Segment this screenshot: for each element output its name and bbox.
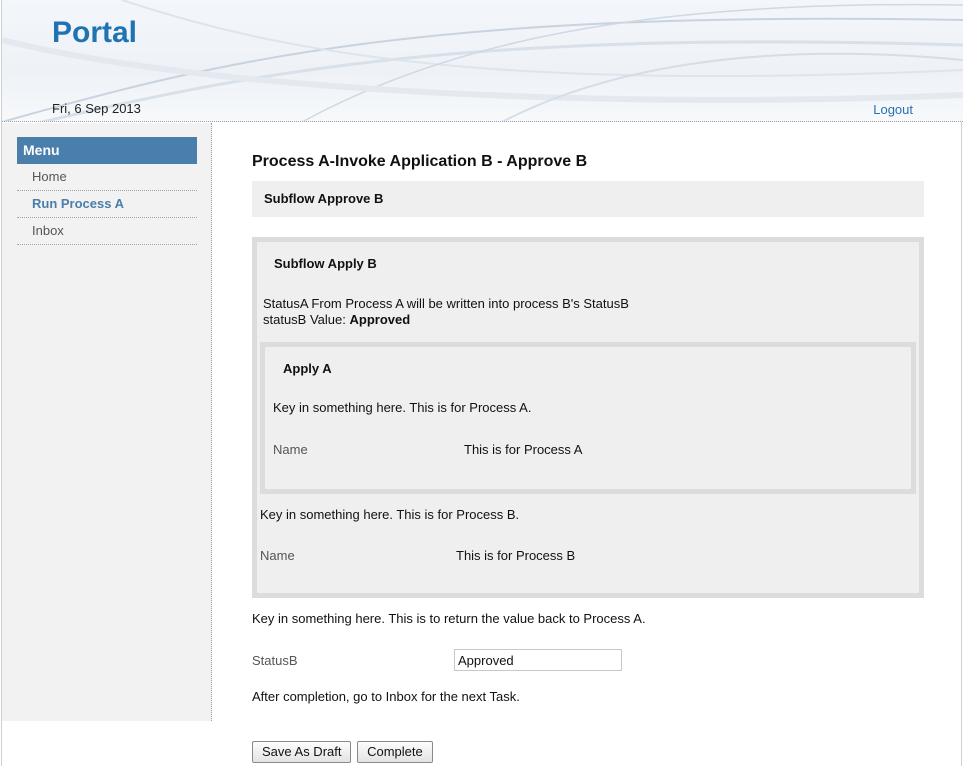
menu-list: Home Run Process A Inbox	[17, 164, 197, 245]
logout-link[interactable]: Logout	[873, 102, 913, 117]
sidebar-item-home[interactable]: Home	[17, 164, 197, 191]
statusb-row: StatusB	[252, 649, 924, 673]
complete-button[interactable]: Complete	[357, 741, 433, 763]
status-value-line: statusB Value: Approved	[263, 312, 916, 328]
status-description-line: StatusA From Process A will be written i…	[263, 296, 629, 311]
menu-title: Menu	[17, 137, 197, 164]
apply-a-title: Apply A	[283, 361, 332, 376]
status-value: Approved	[349, 312, 411, 327]
subflow-apply-b-panel: Subflow Apply B StatusA From Process A w…	[252, 237, 924, 598]
apply-a-instruction: Key in something here. This is for Proce…	[273, 400, 532, 415]
completion-note: After completion, go to Inbox for the ne…	[252, 689, 520, 704]
statusb-input[interactable]	[454, 649, 622, 671]
section-title-bar: Subflow Approve B	[252, 181, 924, 217]
page-title: Process A-Invoke Application B - Approve…	[252, 153, 588, 170]
status-description: StatusA From Process A will be written i…	[260, 271, 916, 328]
apply-a-panel: Apply A Key in something here. This is f…	[260, 342, 916, 494]
sidebar-item-inbox[interactable]: Inbox	[17, 218, 197, 245]
sidebar: Menu Home Run Process A Inbox	[2, 123, 212, 721]
brand-logo-text: Portal	[52, 16, 138, 49]
process-b-name-row: Name This is for Process B	[260, 548, 916, 568]
statusb-label: StatusB	[252, 653, 298, 668]
process-b-instruction: Key in something here. This is for Proce…	[260, 507, 520, 522]
current-date: Fri, 6 Sep 2013	[52, 101, 141, 116]
apply-a-name-label: Name	[273, 442, 308, 457]
save-as-draft-button[interactable]: Save As Draft	[252, 741, 352, 763]
header-banner: Portal Fri, 6 Sep 2013 Logout	[2, 0, 963, 122]
process-b-name-value: This is for Process B	[456, 548, 576, 563]
apply-a-name-value: This is for Process A	[464, 442, 583, 457]
header-swoosh-decoration	[2, 0, 963, 121]
page-frame: Portal Fri, 6 Sep 2013 Logout Menu Home …	[1, 0, 963, 766]
process-b-name-label: Name	[260, 548, 295, 563]
apply-a-name-row: Name This is for Process A	[273, 442, 908, 462]
action-buttons: Save As Draft Complete	[252, 741, 924, 763]
sidebar-item-run-process-a[interactable]: Run Process A	[17, 191, 197, 218]
status-value-label: statusB Value:	[263, 312, 350, 327]
main-content: Process A-Invoke Application B - Approve…	[252, 150, 924, 763]
return-instruction: Key in something here. This is to return…	[252, 611, 646, 626]
subflow-apply-b-title: Subflow Apply B	[274, 256, 377, 271]
